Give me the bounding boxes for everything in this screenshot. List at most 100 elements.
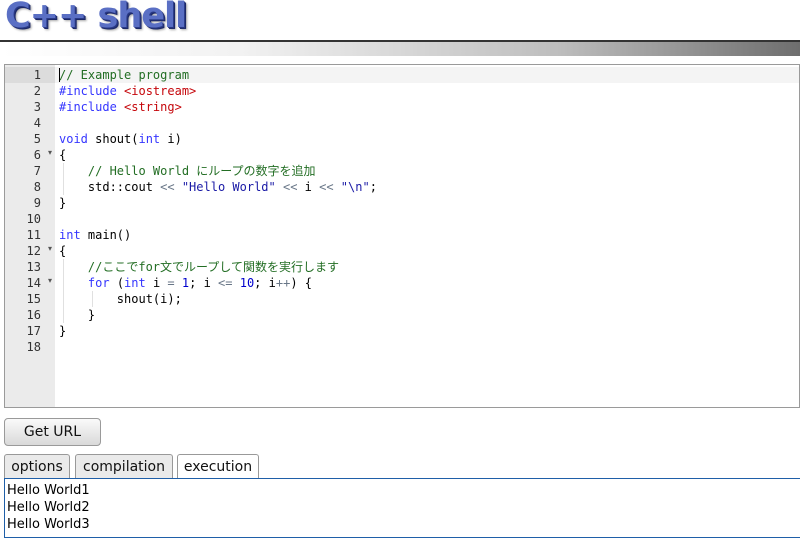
gutter-cell: 5 [5, 131, 55, 147]
line-number: 6 [33, 148, 41, 162]
code-line[interactable]: 11 int main() [5, 227, 799, 243]
code-line[interactable]: 2 #include <iostream> [5, 83, 799, 99]
output-line: Hello World1 [7, 483, 90, 498]
gutter-cell: 15 [5, 291, 55, 307]
line-number: 18 [26, 340, 41, 354]
code-text[interactable]: } [55, 323, 799, 339]
code-plain: std::cout [87, 180, 161, 194]
code-string: "Hello World" [174, 180, 283, 194]
code-plain: shout(i); [116, 292, 182, 306]
tab-execution[interactable]: execution [177, 454, 259, 479]
line-number: 15 [26, 292, 41, 306]
code-operator: << [319, 180, 334, 194]
code-line[interactable]: 14 ▾ for (int i = 1; i <= 10; i++) { [5, 275, 799, 291]
code-text[interactable] [55, 339, 799, 355]
indent-guide [63, 275, 64, 291]
gutter-cell: 9 [5, 195, 55, 211]
line-number: 7 [33, 164, 41, 178]
fold-toggle-icon[interactable]: ▾ [48, 148, 52, 157]
gutter-cell: 1 [5, 67, 55, 83]
gutter-cell: 11 [5, 227, 55, 243]
line-number: 2 [33, 84, 41, 98]
code-line[interactable]: 12 ▾ { [5, 243, 799, 259]
code-line[interactable]: 4 [5, 115, 799, 131]
code-text[interactable]: #include <iostream> [55, 83, 799, 99]
code-line[interactable]: 16 } [5, 307, 799, 323]
output-line: Hello World2 [7, 500, 90, 515]
gutter-cell: 2 [5, 83, 55, 99]
code-line[interactable]: 6 ▾ { [5, 147, 799, 163]
gutter-cell: 12 ▾ [5, 243, 55, 259]
code-plain: } [59, 196, 67, 210]
gutter-cell: 18 [5, 339, 55, 355]
code-line[interactable]: 10 [5, 211, 799, 227]
code-line[interactable]: 17 } [5, 323, 799, 339]
code-keyword: int [138, 132, 161, 146]
gutter-cell: 3 [5, 99, 55, 115]
code-line[interactable]: 7 // Hello World にループの数字を追加 [5, 163, 799, 179]
code-text[interactable]: shout(i); [55, 291, 799, 307]
code-text[interactable]: } [55, 195, 799, 211]
code-line[interactable]: 13 //ここでfor文でループして関数を実行します [5, 259, 799, 275]
code-line[interactable]: 8 std::cout << "Hello World" << i << "\n… [5, 179, 799, 195]
gutter-cell: 13 [5, 259, 55, 275]
code-operator: <= [218, 276, 233, 290]
gutter-cell: 14 ▾ [5, 275, 55, 291]
code-line[interactable]: 15 shout(i); [5, 291, 799, 307]
code-text[interactable]: void shout(int i) [55, 131, 799, 147]
indent-guide [63, 179, 64, 195]
code-text[interactable]: std::cout << "Hello World" << i << "\n"; [55, 179, 799, 195]
code-text[interactable]: { [55, 147, 799, 163]
header-gradient-bar [0, 42, 800, 56]
code-keyword: int [59, 228, 81, 242]
line-number: 11 [26, 228, 41, 242]
code-plain: ; i [189, 276, 219, 290]
tab-compilation[interactable]: compilation [75, 454, 173, 478]
code-plain: { [59, 244, 67, 258]
code-comment: // Example program [59, 68, 190, 82]
code-operator: << [282, 180, 298, 194]
code-text[interactable]: //ここでfor文でループして関数を実行します [55, 259, 799, 275]
get-url-button[interactable]: Get URL [4, 418, 101, 446]
indent-guide [63, 259, 64, 275]
code-text[interactable]: } [55, 307, 799, 323]
line-number: 10 [26, 212, 41, 226]
code-operator: << [160, 180, 175, 194]
output-line: Hello World3 [7, 517, 90, 532]
code-plain [232, 276, 239, 290]
code-text[interactable] [55, 115, 799, 131]
code-plain: shout( [87, 132, 139, 146]
fold-toggle-icon[interactable]: ▾ [48, 276, 52, 285]
code-line[interactable]: 18 [5, 339, 799, 355]
code-plain [175, 276, 182, 290]
code-include-header: <string> [124, 100, 182, 114]
code-line[interactable]: 1 // Example program [5, 67, 799, 83]
code-text[interactable]: { [55, 243, 799, 259]
code-text[interactable]: // Hello World にループの数字を追加 [55, 163, 799, 179]
code-line[interactable]: 3 #include <string> [5, 99, 799, 115]
line-number: 4 [33, 116, 41, 130]
code-line[interactable]: 5 void shout(int i) [5, 131, 799, 147]
code-plain: main() [80, 228, 132, 242]
indent-guide [63, 291, 64, 307]
line-number: 3 [33, 100, 41, 114]
gutter-cell: 7 [5, 163, 55, 179]
code-text[interactable] [55, 211, 799, 227]
code-directive: #include [59, 100, 125, 114]
code-text[interactable]: for (int i = 1; i <= 10; i++) { [55, 275, 799, 291]
code-line[interactable]: 9 } [5, 195, 799, 211]
code-text[interactable]: #include <string> [55, 99, 799, 115]
execution-output-panel[interactable]: Hello World1 Hello World2 Hello World3 [4, 478, 800, 538]
code-text[interactable]: // Example program [55, 67, 799, 83]
gutter-cell: 17 [5, 323, 55, 339]
code-plain: ; i [254, 276, 276, 290]
fold-toggle-icon[interactable]: ▾ [48, 244, 52, 253]
code-plain: ; [369, 180, 377, 194]
code-editor[interactable]: 1 // Example program 2 #include <iostrea… [4, 64, 800, 408]
code-keyword: for [87, 276, 110, 290]
line-number: 9 [33, 196, 41, 210]
line-number: 17 [26, 324, 41, 338]
code-keyword: int [124, 276, 146, 290]
tab-options[interactable]: options [4, 454, 70, 478]
code-text[interactable]: int main() [55, 227, 799, 243]
